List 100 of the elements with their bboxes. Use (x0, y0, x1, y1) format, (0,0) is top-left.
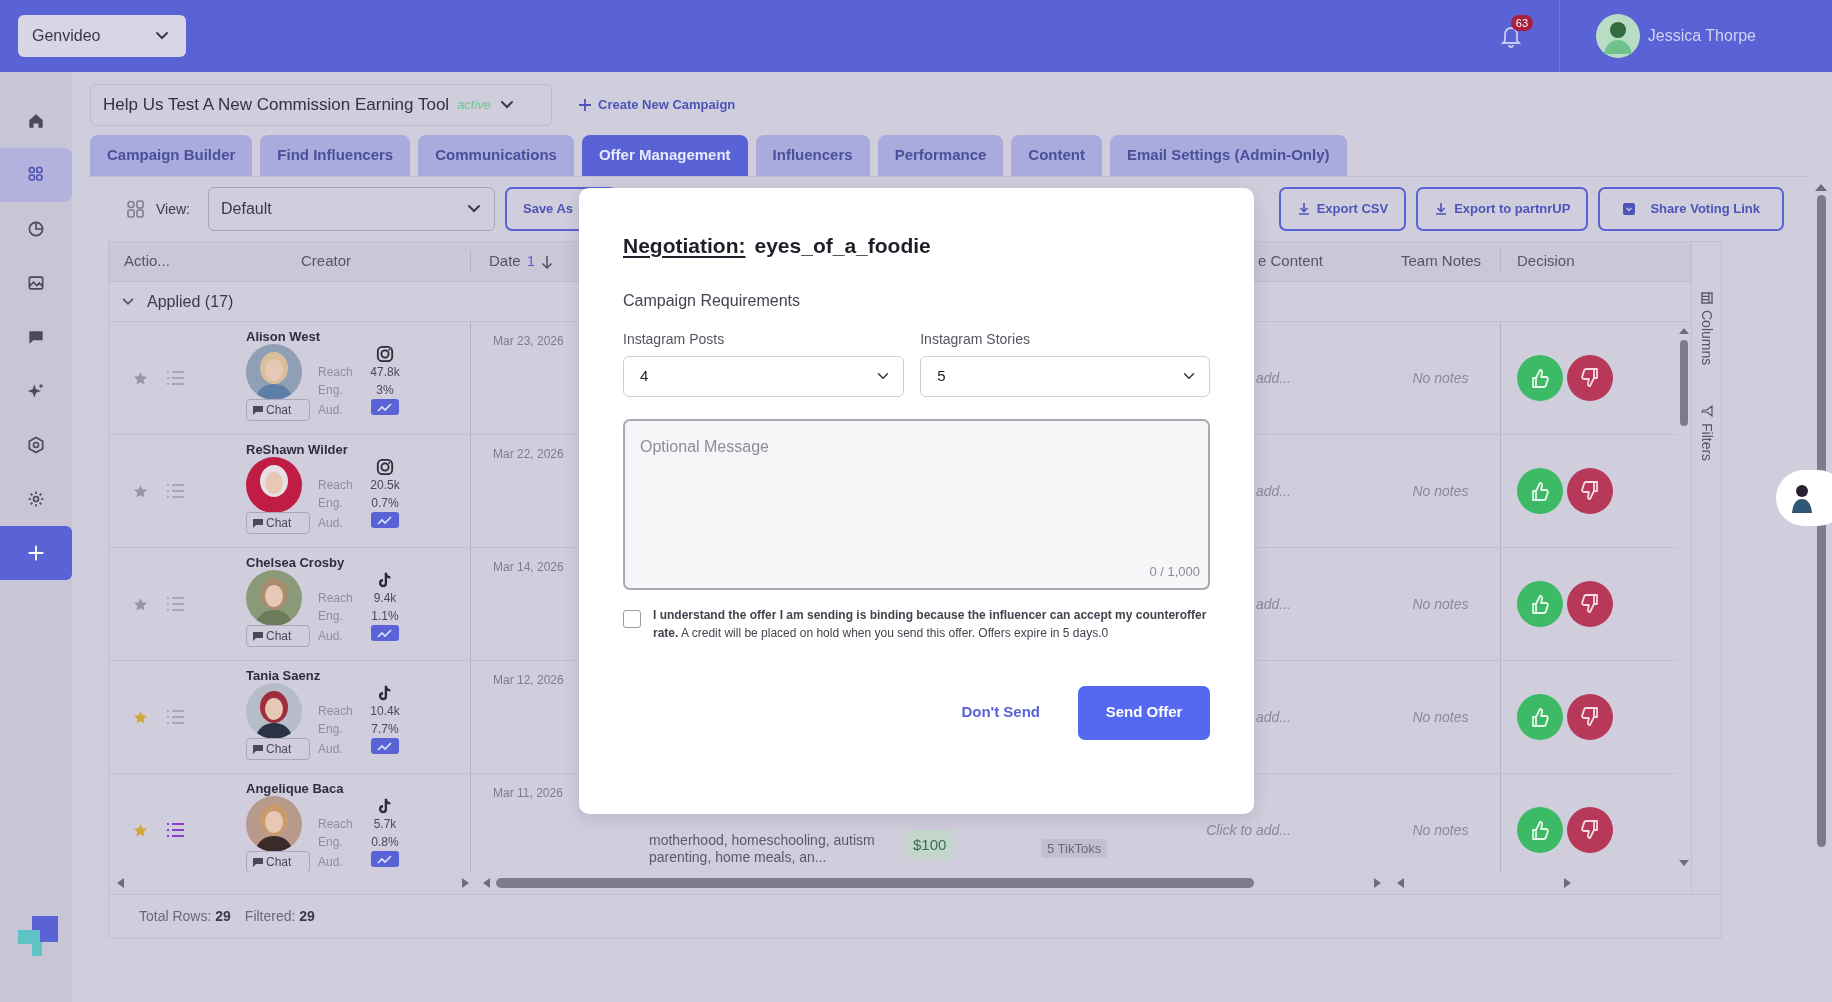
star-icon[interactable] (133, 709, 148, 725)
scrollbar-thumb[interactable] (1680, 340, 1688, 426)
notes-text: No notes (1412, 368, 1469, 388)
dialog-title: eyes_of_a_foodie (754, 233, 931, 259)
audience-chart-button[interactable] (371, 851, 399, 867)
sidebar-item[interactable] (0, 148, 72, 202)
metric-label: Aud. (318, 740, 344, 758)
star-icon[interactable] (133, 483, 148, 499)
metric-value: 20.5k (369, 477, 401, 494)
creator-name[interactable]: ReShawn Wilder (246, 440, 408, 458)
download-icon (1296, 202, 1311, 216)
download-icon (1434, 202, 1449, 216)
export-button[interactable]: Export CSV (1278, 187, 1407, 231)
reject-button[interactable] (1567, 581, 1613, 627)
tab[interactable]: Offer Management (581, 135, 748, 176)
logo-icon[interactable] (18, 916, 60, 958)
metric-label: Eng. (318, 608, 344, 625)
tab[interactable]: Communications (418, 135, 574, 176)
column-header[interactable]: Date (489, 250, 521, 273)
audience-chart-button[interactable] (371, 738, 399, 754)
scroll-right-icon[interactable] (1374, 878, 1381, 888)
approve-button[interactable] (1517, 355, 1563, 401)
creator-name[interactable]: Chelsea Crosby (246, 553, 408, 571)
approve-button[interactable] (1517, 581, 1563, 627)
approve-button[interactable] (1517, 694, 1563, 740)
star-icon[interactable] (133, 596, 148, 612)
scroll-left-icon[interactable] (117, 878, 124, 888)
chat-button[interactable]: Chat (246, 512, 310, 534)
export-button[interactable]: Export to partnrUP (1416, 187, 1589, 231)
reject-button[interactable] (1567, 694, 1613, 740)
tab[interactable]: Performance (877, 135, 1004, 176)
send-offer-button[interactable]: Send Offer (1078, 685, 1210, 740)
tab[interactable]: Campaign Builder (90, 135, 253, 176)
scroll-left-icon[interactable] (483, 878, 490, 888)
scroll-up-icon[interactable] (1679, 328, 1689, 334)
chat-button[interactable]: Chat (246, 399, 310, 421)
filtered-rows-text: Filtered: 29 (244, 907, 315, 926)
scroll-right-icon[interactable] (462, 878, 469, 888)
reject-button[interactable] (1567, 355, 1613, 401)
scrollbar-thumb[interactable] (1816, 195, 1826, 847)
creator-name[interactable]: Tania Saenz (246, 666, 408, 684)
deliverables-tag: 5 TikToks (1041, 839, 1108, 858)
approve-button[interactable] (1517, 807, 1563, 853)
column-header[interactable]: Creator (301, 252, 352, 270)
user-name[interactable]: Jessica Thorpe (1647, 24, 1756, 48)
approve-button[interactable] (1517, 468, 1563, 514)
column-header[interactable]: Team Notes (1401, 252, 1482, 270)
create-campaign-link[interactable]: Create New Campaign (578, 95, 736, 115)
audience-chart-button[interactable] (371, 512, 399, 528)
chat-button[interactable]: Chat (246, 851, 310, 872)
plus-icon (578, 98, 592, 112)
scroll-right-icon[interactable] (1564, 878, 1571, 888)
share-link-button[interactable]: Share Voting Link (1598, 187, 1784, 231)
date-text: Mar 14, 2026 (493, 560, 564, 574)
view-icon (126, 199, 146, 219)
column-header[interactable]: e Content (1257, 252, 1323, 270)
campaign-dropdown[interactable]: Help Us Test A New Commission Earning Tool active (90, 84, 552, 126)
floating-avatar-button[interactable] (1776, 470, 1832, 526)
scroll-up-icon[interactable] (1815, 184, 1827, 191)
metric-value: 5.7k (372, 816, 398, 833)
filters-toggle[interactable]: Filters (1696, 405, 1717, 462)
consent-text: I understand the offer I am sending is binding because the influencer can accept my counteroffer rate. A credit will be placed on hold when you send this offer. Offers expire in 5 days.0 (653, 606, 1208, 642)
field-label: Instagram Posts (623, 329, 726, 349)
creator-name[interactable]: Alison West (246, 327, 408, 345)
scroll-left-icon[interactable] (1397, 878, 1404, 888)
tab[interactable]: Content (1011, 135, 1102, 176)
total-rows-text: Total Rows: 29 (139, 907, 231, 926)
sort-arrow-icon[interactable] (541, 254, 554, 269)
columns-toggle[interactable]: Columns (1696, 292, 1717, 366)
chat-button[interactable]: Chat (246, 738, 310, 760)
date-text: Mar 23, 2026 (493, 334, 564, 348)
star-icon[interactable] (133, 822, 148, 838)
scroll-down-icon[interactable] (1679, 860, 1689, 866)
tab[interactable]: Influencers (755, 135, 870, 176)
star-icon[interactable] (133, 370, 148, 386)
cancel-button[interactable]: Don't Send (961, 701, 1040, 724)
consent-checkbox[interactable] (623, 609, 641, 628)
view-select[interactable]: Default (208, 187, 495, 231)
numbered-list-icon[interactable] (166, 822, 184, 838)
select-field[interactable]: 5 (920, 355, 1210, 397)
tab[interactable]: Find Influencers (260, 135, 411, 176)
reject-button[interactable] (1567, 468, 1613, 514)
chat-button[interactable]: Chat (246, 625, 310, 647)
workspace-dropdown[interactable]: Genvideo (18, 15, 186, 57)
select-field[interactable]: 4 (623, 355, 905, 397)
metric-value: 10.4k (369, 703, 401, 720)
audience-chart-button[interactable] (371, 399, 399, 415)
column-header[interactable]: Actio... (124, 252, 170, 270)
reject-button[interactable] (1567, 807, 1613, 853)
date-text: Mar 12, 2026 (493, 673, 564, 687)
filter-icon (1700, 405, 1713, 418)
chat-icon (253, 744, 263, 754)
audience-chart-button[interactable] (371, 625, 399, 641)
tab[interactable]: Email Settings (Admin-Only) (1110, 135, 1347, 176)
notes-text: No notes (1412, 707, 1469, 727)
scrollbar-thumb[interactable] (496, 878, 1254, 888)
column-header[interactable]: Decision (1517, 252, 1575, 270)
user-avatar[interactable] (1595, 14, 1640, 58)
metric-value: 1.1% (370, 608, 400, 625)
creator-name[interactable]: Angelique Baca (246, 779, 408, 797)
